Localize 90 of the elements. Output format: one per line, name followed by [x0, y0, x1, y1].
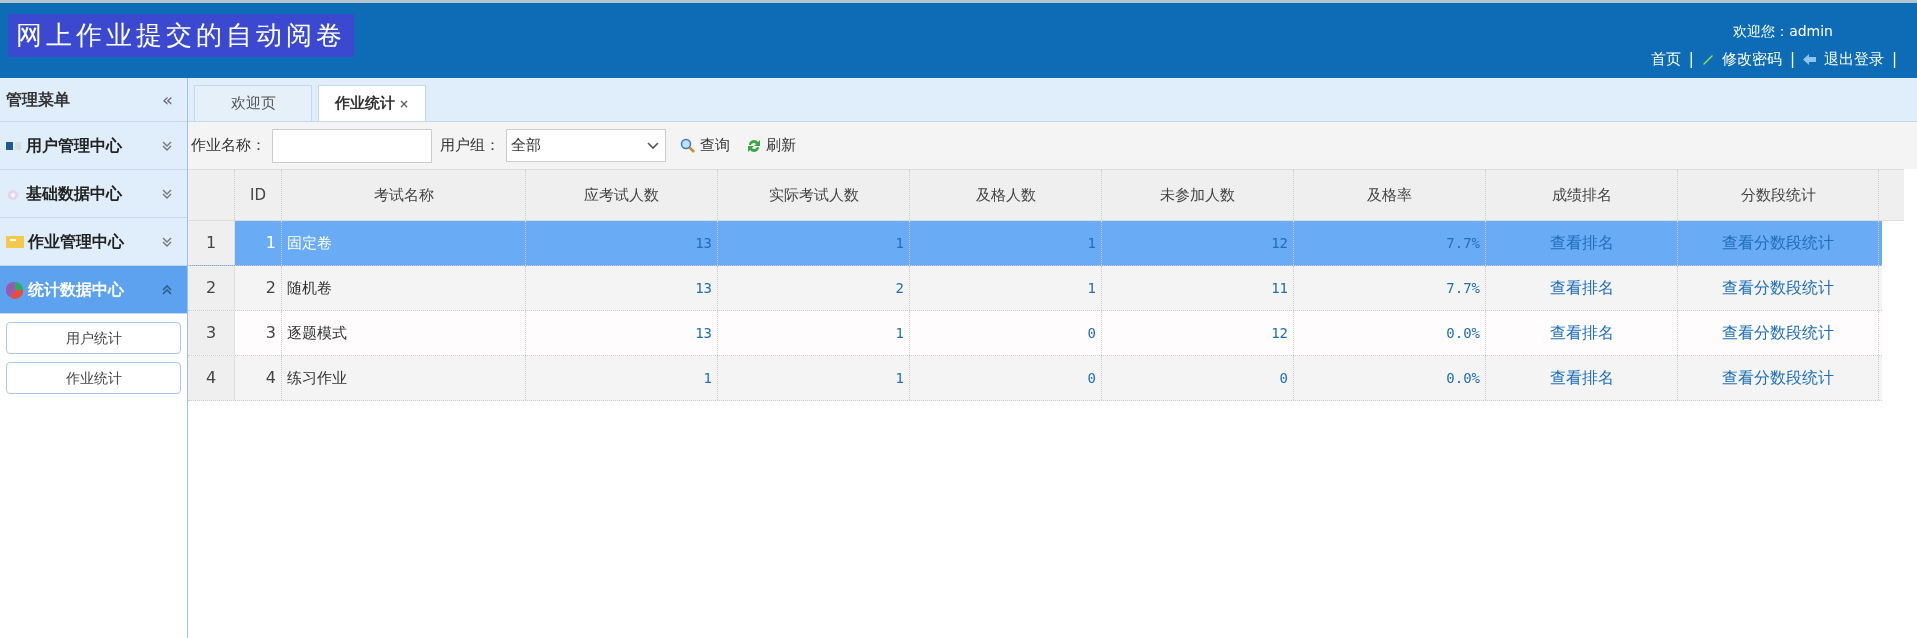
- table-row[interactable]: 4 4 练习作业 1 1 0 0 0.0% 查看排名 查看分数段统计: [188, 356, 1882, 401]
- tab-label: 欢迎页: [230, 93, 276, 115]
- sidebar-item-label: 统计数据中心: [28, 278, 125, 301]
- table-cell-text: 1: [895, 323, 904, 343]
- column-header: 应考试人数: [526, 170, 718, 220]
- field-label: 用户组：: [440, 135, 500, 157]
- table-cell-text: 12: [1271, 233, 1288, 253]
- tab[interactable]: 作业统计 ×: [318, 85, 427, 121]
- sidebar-item[interactable]: 作业管理中心: [0, 218, 187, 266]
- sidebar-item-label: 作业管理中心: [28, 230, 125, 253]
- close-icon[interactable]: ×: [399, 94, 410, 113]
- header-link[interactable]: 修改密码: [1721, 48, 1782, 71]
- welcome-text: 欢迎您：admin: [1733, 22, 1833, 41]
- table-cell-text: 1: [895, 368, 904, 388]
- link-separator: |: [1891, 49, 1897, 70]
- row-number: 4: [188, 356, 235, 400]
- table-cell-text: 1: [703, 368, 712, 388]
- table-cell-text: 4: [265, 367, 276, 389]
- header-link[interactable]: 首页: [1650, 48, 1681, 71]
- header-link[interactable]: 退出登录: [1823, 48, 1884, 71]
- group-select[interactable]: 全部: [506, 129, 666, 162]
- refresh-icon: [746, 137, 762, 154]
- table-cell-text: 1: [895, 233, 904, 253]
- table-cell-text: 2: [265, 277, 276, 299]
- table-cell-text: 2: [895, 278, 904, 298]
- submenu-button[interactable]: 用户统计: [6, 322, 181, 354]
- table-cell-text: 练习作业: [287, 367, 347, 389]
- table-cell-text: 0.0%: [1446, 368, 1480, 388]
- search-icon: [680, 137, 696, 154]
- sidebar-item-label: 基础数据中心: [26, 182, 123, 205]
- link-separator: |: [1789, 49, 1795, 70]
- tab-label: 作业统计: [335, 93, 395, 115]
- table-cell-text: 13: [695, 323, 712, 343]
- table-cell-text: 3: [265, 322, 276, 344]
- table-link[interactable]: 查看分数段统计: [1722, 366, 1834, 390]
- column-header: 实际考试人数: [718, 170, 910, 220]
- chevron-down-icon: [161, 139, 173, 152]
- row-number: 1: [188, 221, 235, 265]
- pie-chart-icon: [6, 280, 24, 299]
- table-link[interactable]: 查看分数段统计: [1722, 321, 1834, 345]
- field-label: 作业名称：: [191, 135, 266, 157]
- search-button[interactable]: 查询: [680, 134, 730, 157]
- refresh-button[interactable]: 刷新: [746, 134, 796, 157]
- table-link[interactable]: 查看排名: [1549, 276, 1614, 300]
- arrow-left-icon: [1802, 53, 1816, 65]
- table-cell-text: 0.0%: [1446, 323, 1480, 343]
- table-row[interactable]: 3 3 逐题模式 13 1 0 12 0.0% 查看排名 查看分数段统计: [188, 311, 1882, 356]
- table-cell-text: 7.7%: [1446, 278, 1480, 298]
- table-cell-text: 1: [1087, 278, 1096, 298]
- table-cell-text: 固定卷: [287, 232, 332, 254]
- sidebar-item[interactable]: 基础数据中心: [0, 170, 187, 218]
- pencil-icon: [1701, 53, 1714, 66]
- row-number: 3: [188, 311, 235, 355]
- column-header: 未参加人数: [1102, 170, 1294, 220]
- table-cell-text: 逐题模式: [287, 322, 347, 344]
- table-row[interactable]: 2 2 随机卷 13 2 1 11 7.7% 查看排名 查看分数段统计: [188, 266, 1882, 311]
- table-cell-text: 1: [265, 232, 276, 254]
- table-cell-text: 0: [1087, 323, 1096, 343]
- table-cell-text: 随机卷: [287, 277, 332, 299]
- chevron-up-icon: [161, 283, 173, 296]
- table-cell-text: 13: [695, 278, 712, 298]
- column-header: 考试名称: [282, 170, 526, 220]
- site-title: 网上作业提交的自动阅卷: [8, 14, 354, 57]
- table-cell-text: 7.7%: [1446, 233, 1480, 253]
- column-header: 及格率: [1294, 170, 1486, 220]
- table-cell-text: 13: [695, 233, 712, 253]
- table-cell-text: 0: [1087, 368, 1096, 388]
- table-link[interactable]: 查看排名: [1549, 321, 1614, 345]
- chevron-down-icon: [161, 187, 173, 200]
- column-header: 成绩排名: [1486, 170, 1678, 220]
- column-header: 分数段统计: [1678, 170, 1879, 220]
- name-input-field[interactable]: [272, 128, 432, 163]
- link-separator: |: [1688, 49, 1694, 70]
- tab[interactable]: 欢迎页: [194, 85, 312, 121]
- table-cell-text: 1: [1087, 233, 1096, 253]
- column-header: ID: [235, 170, 282, 220]
- chevron-down-icon: [161, 235, 173, 248]
- chevron-down-icon: [647, 141, 659, 150]
- table-cell-text: 0: [1279, 368, 1288, 388]
- submenu-button[interactable]: 作业统计: [6, 362, 181, 394]
- column-header: 及格人数: [910, 170, 1102, 220]
- table-cell-text: 12: [1271, 323, 1288, 343]
- sidebar-title: 管理菜单: [6, 88, 70, 111]
- table-link[interactable]: 查看排名: [1549, 366, 1614, 390]
- collapse-button[interactable]: «: [162, 86, 173, 113]
- sidebar-item-label: 用户管理中心: [26, 134, 123, 157]
- row-number: 2: [188, 266, 235, 310]
- sidebar-item[interactable]: 用户管理中心: [0, 122, 187, 170]
- table-cell-text: 11: [1271, 278, 1288, 298]
- table-link[interactable]: 查看分数段统计: [1722, 276, 1834, 300]
